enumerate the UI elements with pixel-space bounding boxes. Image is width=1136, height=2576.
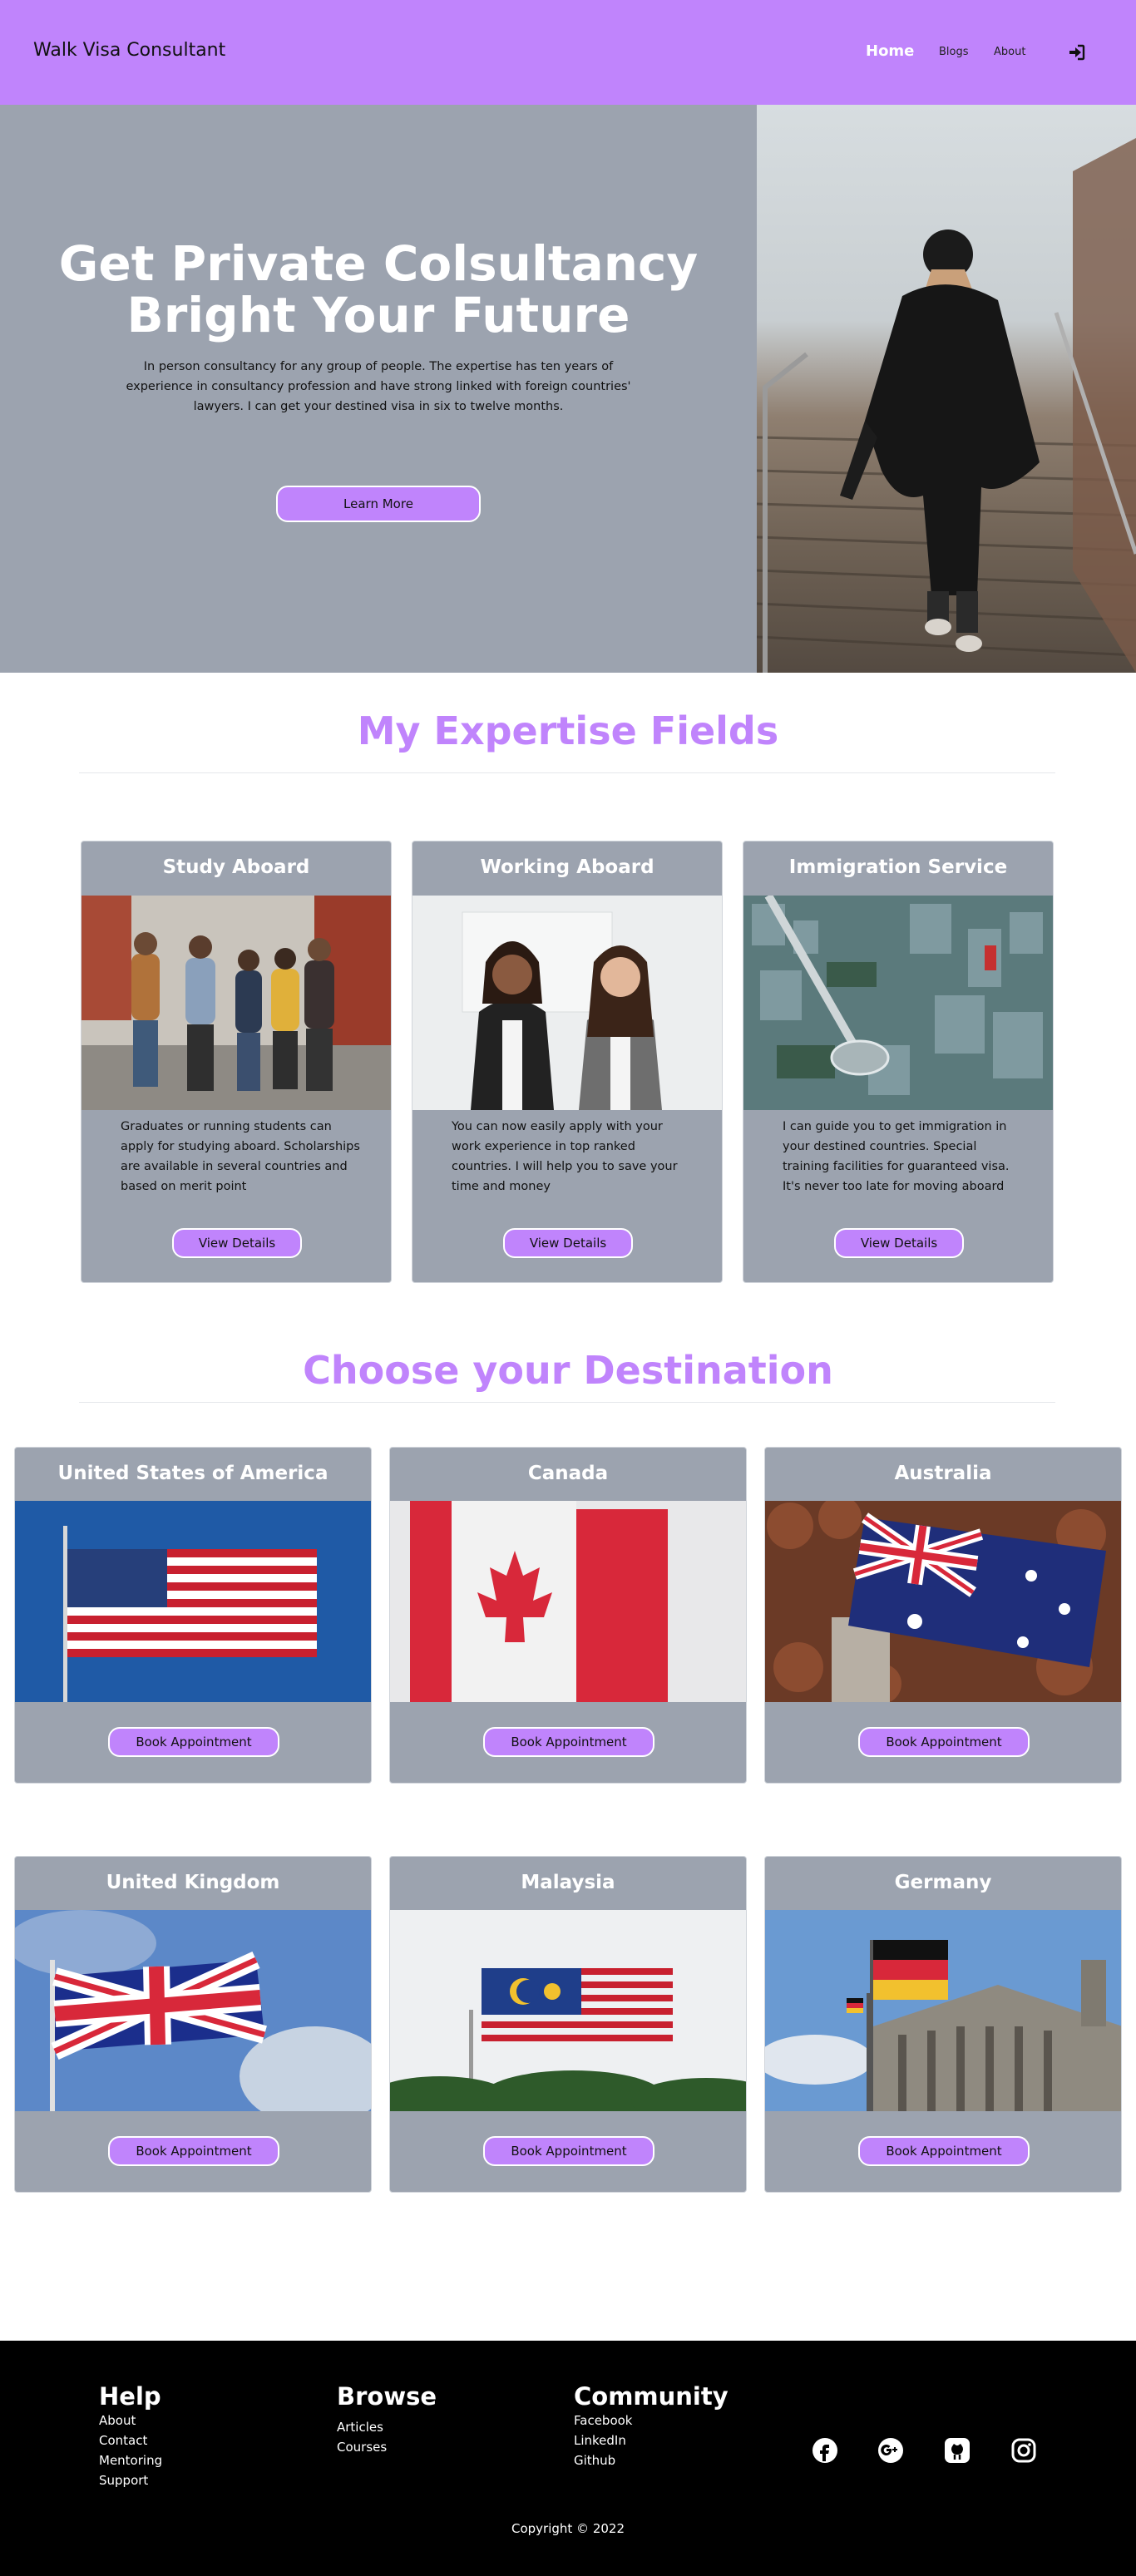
footer-browse-column: Browse Articles Courses: [337, 2382, 437, 2457]
city-aerial-image: [743, 896, 1053, 1110]
hero-graduate-image: [757, 105, 1136, 673]
facebook-icon[interactable]: [812, 2437, 838, 2464]
destination-card-australia: Australia Book Appointment: [764, 1447, 1122, 1784]
github-icon[interactable]: [944, 2437, 971, 2464]
card-title: Immigration Service: [788, 856, 1008, 878]
card-title: Australia: [894, 1463, 992, 1484]
book-appointment-button[interactable]: Book Appointment: [858, 1727, 1030, 1757]
expertise-card-working: Working Aboard You can now easily apply …: [412, 841, 723, 1283]
navbar: Walk Visa Consultant Home Blogs About: [0, 0, 1136, 105]
card-description: You can now easily apply with your work …: [452, 1120, 678, 1193]
book-appointment-button[interactable]: Book Appointment: [108, 1727, 279, 1757]
copyright-text: Copyright © 2022: [511, 2521, 625, 2536]
footer-community-column: Community Facebook LinkedIn Github: [574, 2382, 729, 2470]
card-title: Working Aboard: [480, 856, 654, 878]
footer-link-facebook[interactable]: Facebook: [574, 2411, 729, 2430]
card-title: Canada: [527, 1463, 609, 1484]
hero-title: Get Private Colsultancy Bright Your Futu…: [50, 238, 707, 341]
nav-link-blogs[interactable]: Blogs: [939, 46, 969, 58]
expertise-card-immigration: Immigration Service I can guide you to g…: [743, 841, 1054, 1283]
destination-card-canada: Canada Book Appointment: [389, 1447, 747, 1784]
nav-link-about[interactable]: About: [994, 46, 1025, 58]
hero-section: Get Private Colsultancy Bright Your Futu…: [0, 105, 1136, 673]
expertise-divider: [79, 772, 1055, 773]
footer-link-about[interactable]: About: [99, 2411, 162, 2430]
google-plus-icon[interactable]: [877, 2437, 904, 2464]
card-description: Graduates or running students can apply …: [121, 1120, 360, 1193]
sign-in-icon[interactable]: [1068, 43, 1086, 62]
germany-flag-image: [765, 1910, 1121, 2111]
footer-browse-heading: Browse: [337, 2382, 437, 2411]
view-details-button[interactable]: View Details: [834, 1228, 964, 1258]
hero-title-line1: Get Private Colsultancy: [58, 235, 699, 292]
hero-title-line2: Bright Your Future: [126, 287, 630, 343]
learn-more-button[interactable]: Learn More: [276, 486, 481, 522]
book-appointment-button[interactable]: Book Appointment: [108, 2136, 279, 2166]
card-description: I can guide you to get immigration in yo…: [783, 1120, 1010, 1193]
footer-link-mentoring[interactable]: Mentoring: [99, 2450, 162, 2470]
footer-help-column: Help About Contact Mentoring Support: [99, 2382, 162, 2490]
business-women-image: [412, 896, 722, 1110]
card-title: Germany: [894, 1872, 992, 1893]
book-appointment-button[interactable]: Book Appointment: [483, 2136, 654, 2166]
canada-flag-image: [390, 1501, 746, 1702]
destination-heading: Choose your Destination: [303, 1348, 833, 1393]
view-details-button[interactable]: View Details: [503, 1228, 633, 1258]
australia-flag-image: [765, 1501, 1121, 1702]
destination-card-usa: United States of America Book Appointmen…: [14, 1447, 372, 1784]
card-title: United Kingdom: [106, 1872, 280, 1893]
footer-link-github[interactable]: Github: [574, 2450, 729, 2470]
footer-link-contact[interactable]: Contact: [99, 2430, 162, 2450]
destination-card-malaysia: Malaysia Book Appointment: [389, 1856, 747, 2193]
malaysia-flag-image: [390, 1910, 746, 2111]
footer-link-linkedin[interactable]: LinkedIn: [574, 2430, 729, 2450]
students-walking-image: [81, 896, 391, 1110]
destination-card-uk: United Kingdom Book Appointment: [14, 1856, 372, 2193]
nav-link-home[interactable]: Home: [866, 42, 914, 60]
instagram-icon[interactable]: [1010, 2437, 1037, 2464]
footer-help-heading: Help: [99, 2382, 161, 2411]
expertise-heading: My Expertise Fields: [357, 708, 779, 753]
card-title: Malaysia: [521, 1872, 615, 1893]
footer-link-articles[interactable]: Articles: [337, 2417, 437, 2437]
destination-card-germany: Germany Book Appointment: [764, 1856, 1122, 2193]
expertise-card-study: Study Aboard Graduates or running studen…: [81, 841, 392, 1283]
card-title: United States of America: [57, 1463, 328, 1484]
footer-community-heading: Community: [574, 2382, 729, 2411]
book-appointment-button[interactable]: Book Appointment: [858, 2136, 1030, 2166]
view-details-button[interactable]: View Details: [172, 1228, 302, 1258]
usa-flag-image: [15, 1501, 371, 1702]
book-appointment-button[interactable]: Book Appointment: [483, 1727, 654, 1757]
uk-flag-image: [15, 1910, 371, 2111]
footer-link-support[interactable]: Support: [99, 2470, 162, 2490]
hero-description: In person consultancy for any group of p…: [126, 360, 631, 413]
destination-divider: [79, 1402, 1055, 1403]
footer: Help About Contact Mentoring Support Bro…: [0, 2341, 1136, 2576]
footer-link-courses[interactable]: Courses: [337, 2437, 437, 2457]
card-title: Study Aboard: [162, 856, 310, 878]
brand-name[interactable]: Walk Visa Consultant: [33, 40, 225, 61]
